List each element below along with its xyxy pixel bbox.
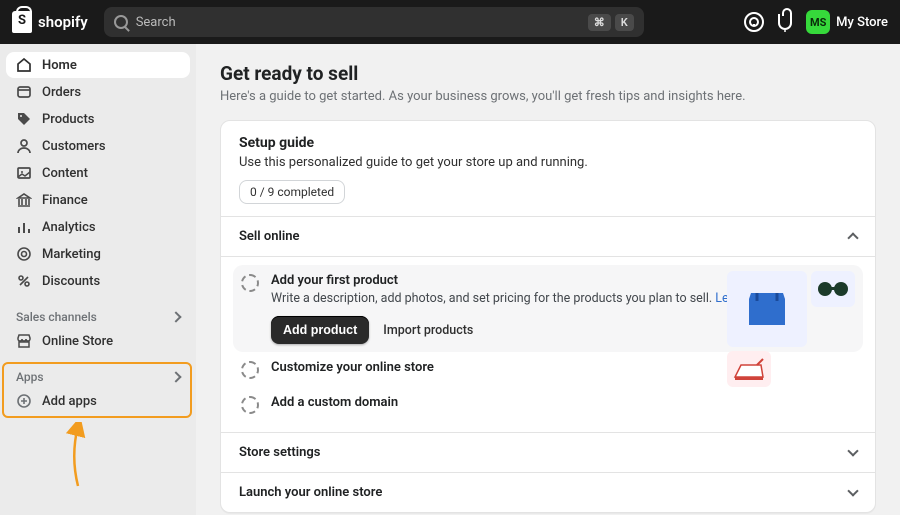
- setup-guide-card: Setup guide Use this personalized guide …: [220, 120, 876, 513]
- topbar: shopify Search ⌘ K MS My Store: [0, 0, 900, 44]
- chevron-right-icon: [170, 311, 181, 322]
- sidebar-item-add-apps[interactable]: Add apps: [6, 388, 190, 414]
- section-sell-online[interactable]: Sell online: [221, 216, 875, 256]
- task-add-domain[interactable]: Add a custom domain: [233, 387, 863, 422]
- sidebar-item-orders[interactable]: Orders: [6, 79, 190, 105]
- search-icon: [114, 15, 128, 29]
- import-products-link[interactable]: Import products: [383, 323, 473, 338]
- chevron-down-icon: [847, 485, 858, 496]
- image-icon: [16, 165, 32, 181]
- store-name: My Store: [836, 15, 888, 30]
- section-store-settings[interactable]: Store settings: [221, 432, 875, 472]
- topbar-right: MS My Store: [744, 10, 888, 34]
- notifications-icon[interactable]: [778, 14, 792, 30]
- setup-guide-header: Setup guide Use this personalized guide …: [221, 121, 875, 216]
- section-launch-store[interactable]: Launch your online store: [221, 472, 875, 512]
- setup-guide-desc: Use this personalized guide to get your …: [239, 155, 857, 170]
- task-add-first-product[interactable]: Add your first product Write a descripti…: [233, 265, 863, 352]
- sales-channels-header[interactable]: Sales channels: [6, 304, 190, 328]
- shopify-logo[interactable]: shopify: [12, 11, 88, 33]
- chevron-up-icon: [847, 232, 858, 243]
- apps-header[interactable]: Apps: [6, 364, 190, 388]
- setup-guide-title: Setup guide: [239, 135, 857, 151]
- shopify-bag-icon: [12, 11, 32, 33]
- sidebar-item-analytics[interactable]: Analytics: [6, 214, 190, 240]
- bars-icon: [16, 219, 32, 235]
- page-subtitle: Here's a guide to get started. As your b…: [220, 89, 876, 104]
- add-product-button[interactable]: Add product: [271, 316, 369, 344]
- sidebar-item-finance[interactable]: Finance: [6, 187, 190, 213]
- task-status-icon: [241, 274, 259, 292]
- sidebar-item-marketing[interactable]: Marketing: [6, 241, 190, 267]
- sidebar-item-home[interactable]: Home: [6, 52, 190, 78]
- annotation-arrow: [60, 422, 100, 492]
- sidebar-item-content[interactable]: Content: [6, 160, 190, 186]
- brand-name: shopify: [38, 13, 88, 31]
- page-title: Get ready to sell: [220, 62, 876, 85]
- chevron-right-icon: [170, 371, 181, 382]
- bank-icon: [16, 192, 32, 208]
- person-icon: [16, 138, 32, 154]
- task-status-icon: [241, 361, 259, 379]
- search-input[interactable]: Search ⌘ K: [104, 7, 644, 37]
- sidebar-item-products[interactable]: Products: [6, 106, 190, 132]
- chevron-down-icon: [847, 445, 858, 456]
- store-icon: [16, 333, 32, 349]
- search-placeholder: Search: [136, 15, 580, 30]
- search-shortcut: ⌘ K: [588, 14, 634, 31]
- orders-icon: [16, 84, 32, 100]
- plus-circle-icon: [16, 393, 32, 409]
- target-icon: [16, 246, 32, 262]
- sidebar: Home Orders Products Customers Content F…: [0, 44, 196, 515]
- task-illustration: [727, 271, 857, 347]
- progress-pill: 0 / 9 completed: [239, 180, 345, 204]
- store-avatar: MS: [806, 10, 830, 34]
- sidebar-item-discounts[interactable]: Discounts: [6, 268, 190, 294]
- task-status-icon: [241, 396, 259, 414]
- sidebar-item-customers[interactable]: Customers: [6, 133, 190, 159]
- help-icon[interactable]: [744, 12, 764, 32]
- main-content: Get ready to sell Here's a guide to get …: [196, 44, 900, 515]
- home-icon: [16, 57, 32, 73]
- store-switcher[interactable]: MS My Store: [806, 10, 888, 34]
- percent-icon: [16, 273, 32, 289]
- tag-icon: [16, 111, 32, 127]
- sidebar-item-online-store[interactable]: Online Store: [6, 328, 190, 354]
- tasks-list: Add your first product Write a descripti…: [221, 256, 875, 432]
